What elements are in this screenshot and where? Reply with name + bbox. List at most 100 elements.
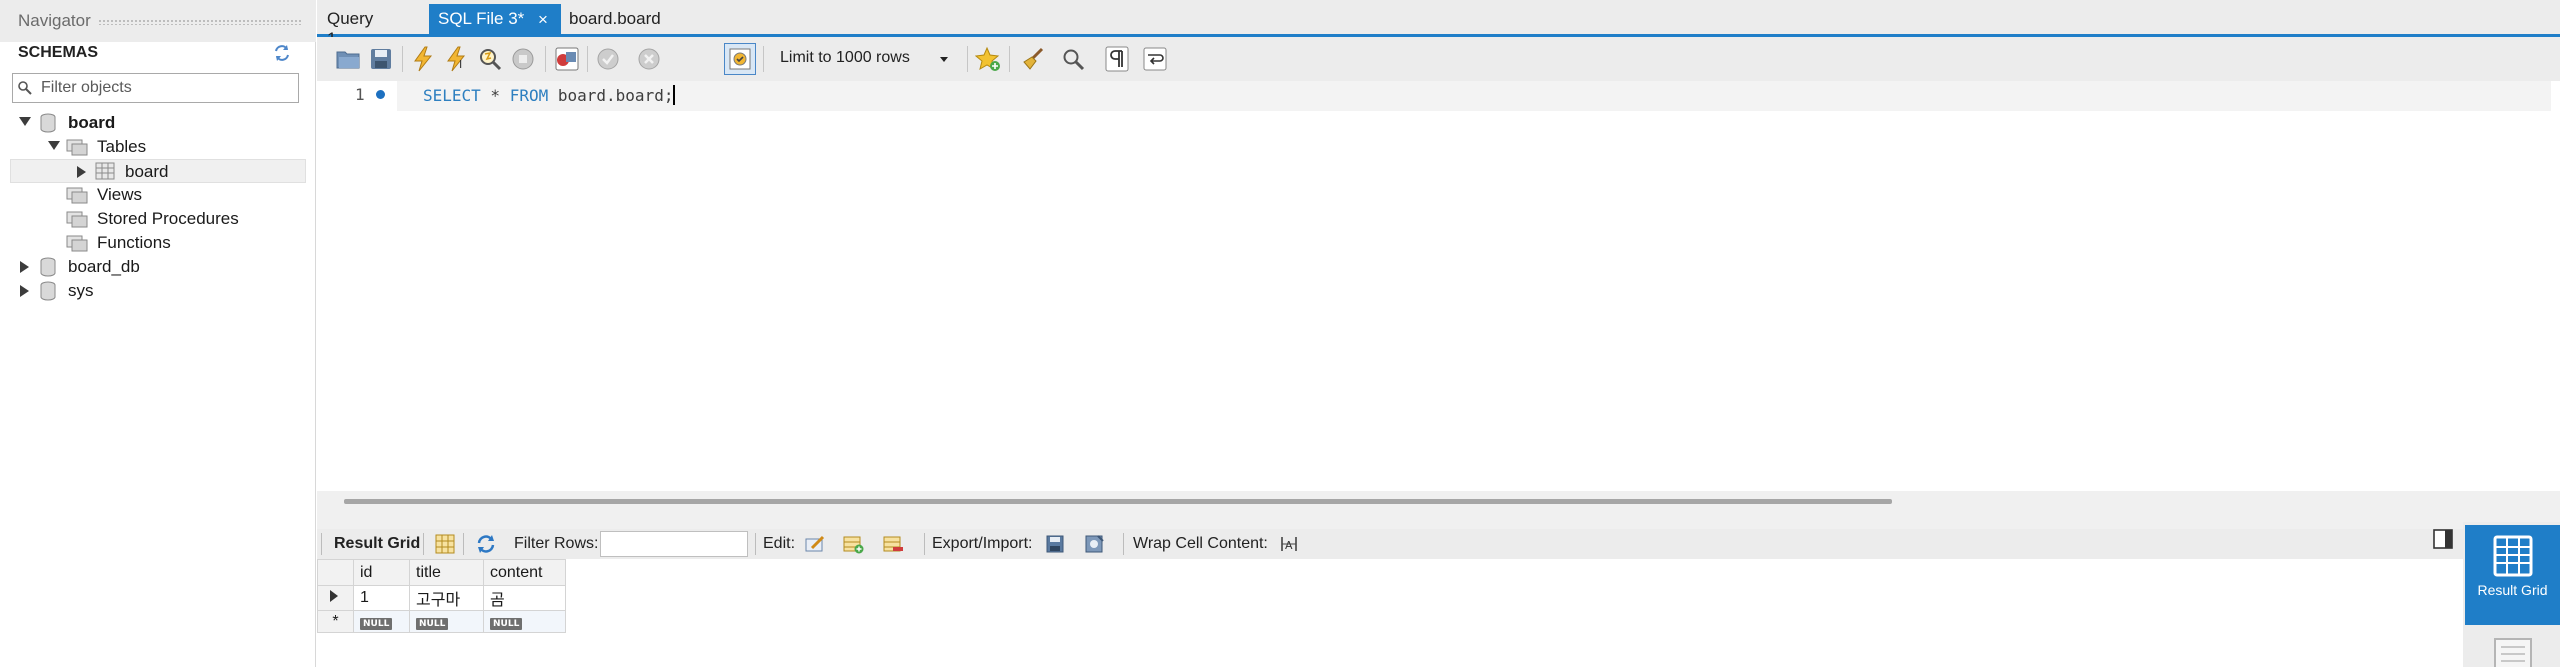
find-replace-icon[interactable] [1057, 43, 1089, 75]
refresh-results-icon[interactable] [475, 533, 497, 555]
row-header-corner [317, 559, 354, 586]
limit-rows-value: Limit to 1000 rows [780, 49, 910, 66]
editor-results-splitter[interactable] [317, 491, 2560, 529]
insert-row-icon[interactable] [842, 533, 864, 555]
column-header-content[interactable]: content [483, 559, 566, 586]
expand-arrow-icon[interactable] [77, 166, 86, 178]
invisible-chars-icon[interactable] [1101, 43, 1133, 75]
sql-keyword-select: SELECT [423, 86, 481, 105]
word-wrap-icon[interactable] [1139, 43, 1171, 75]
table-icon [95, 162, 115, 180]
form-editor-icon[interactable] [2493, 637, 2533, 667]
beautify-broom-icon[interactable] [1017, 43, 1049, 75]
null-badge: NULL [490, 617, 523, 630]
save-icon[interactable] [365, 43, 397, 75]
grid-layout-icon[interactable] [434, 533, 456, 555]
current-line-highlight [397, 81, 2551, 111]
wrap-cell-content-label: Wrap Cell Content: [1133, 535, 1268, 552]
tree-item-board-table[interactable]: board [10, 159, 306, 183]
wrap-cell-icon[interactable]: A [1278, 533, 1300, 555]
collapse-arrow-icon[interactable] [48, 141, 60, 150]
tree-item-label: Views [97, 185, 143, 204]
tab-query-1[interactable]: Query 1 [327, 4, 387, 48]
code-line[interactable]: SELECT * FROM board.board; [423, 85, 676, 105]
folder-functions-icon [66, 235, 88, 252]
cell-title[interactable]: 고구마 [409, 585, 484, 611]
toggle-error-continue-icon[interactable] [551, 43, 583, 75]
sql-table-ref: board.board; [548, 86, 674, 105]
tree-item-label: sys [68, 281, 94, 300]
horizontal-scrollbar[interactable] [344, 499, 1892, 504]
edit-row-icon[interactable] [804, 533, 826, 555]
table-row[interactable]: 1 고구마 곰 [317, 585, 566, 611]
result-table: id title content 1 고구마 곰 * NULL NULL NUL… [317, 559, 566, 633]
stop-icon[interactable] [507, 43, 539, 75]
add-snippet-star-icon[interactable] [972, 43, 1004, 75]
text-caret [673, 85, 676, 105]
filter-objects-box[interactable] [12, 73, 299, 103]
cell-content[interactable]: 곰 [483, 585, 566, 611]
execute-current-statement-icon[interactable]: I [441, 43, 473, 75]
result-toolbar: Result Grid Filter Rows: Edit: Export/Im… [317, 529, 2463, 559]
import-icon[interactable] [1083, 533, 1105, 555]
toolbar-separator [1123, 533, 1124, 555]
statement-marker-icon [376, 90, 385, 99]
row-pointer-icon [330, 590, 338, 602]
cell-content-null[interactable]: NULL [483, 610, 566, 633]
tree-item-functions[interactable]: Functions [0, 231, 316, 255]
new-row-marker: * [317, 610, 354, 633]
tree-item-label: Functions [97, 233, 171, 252]
toolbar-separator [763, 46, 764, 72]
chevron-down-icon [940, 57, 948, 62]
export-import-label: Export/Import: [932, 535, 1033, 552]
collapse-arrow-icon[interactable] [19, 117, 31, 126]
commit-icon[interactable] [592, 43, 624, 75]
tree-item-views[interactable]: Views [0, 183, 316, 207]
rollback-icon[interactable] [633, 43, 665, 75]
tree-item-label: Stored Procedures [97, 209, 239, 228]
tree-item-sys[interactable]: sys [0, 279, 316, 303]
sql-editor[interactable]: 1 SELECT * FROM board.board; [317, 81, 2560, 491]
toolbar-separator [924, 533, 925, 555]
expand-arrow-icon[interactable] [20, 285, 29, 297]
expand-arrow-icon[interactable] [20, 261, 29, 273]
tab-sql-file-3[interactable]: SQL File 3* × [429, 4, 561, 34]
toolbar-separator [587, 46, 588, 72]
result-grid-tab[interactable]: Result Grid [334, 535, 420, 553]
new-row[interactable]: * NULL NULL NULL [317, 610, 566, 633]
tab-board-board[interactable]: board.board [569, 4, 669, 34]
tree-item-stored-procedures[interactable]: Stored Procedures [0, 207, 316, 231]
tree-item-tables[interactable]: Tables [0, 135, 316, 159]
refresh-schemas-icon[interactable] [272, 43, 292, 63]
limit-rows-select[interactable]: Limit to 1000 rows [770, 44, 960, 74]
cell-title-null[interactable]: NULL [409, 610, 484, 633]
tree-item-label: board [125, 162, 169, 181]
column-header-title[interactable]: title [409, 559, 484, 586]
line-number: 1 [355, 85, 365, 104]
tree-item-board-db[interactable]: board_db [0, 255, 316, 279]
toggle-side-panel-icon[interactable] [2432, 528, 2454, 550]
close-tab-icon[interactable]: × [538, 10, 548, 30]
auto-commit-toggle-icon[interactable] [724, 43, 756, 75]
navigator-grip[interactable] [98, 19, 303, 25]
cell-id[interactable]: 1 [353, 585, 410, 611]
cell-id-null[interactable]: NULL [353, 610, 410, 633]
svg-text:I: I [459, 58, 462, 71]
execute-icon[interactable] [407, 43, 439, 75]
navigator-header: Navigator [0, 0, 316, 42]
toolbar-separator [1009, 46, 1010, 72]
side-result-grid-button[interactable]: Result Grid [2465, 525, 2560, 625]
delete-row-icon[interactable] [882, 533, 904, 555]
export-icon[interactable] [1044, 533, 1066, 555]
tree-item-board-schema[interactable]: board [0, 111, 316, 135]
open-file-icon[interactable] [333, 43, 365, 75]
row-pointer[interactable] [317, 585, 354, 611]
explain-icon[interactable] [474, 43, 506, 75]
filter-rows-input[interactable] [600, 531, 748, 557]
toolbar-separator [545, 46, 546, 72]
column-header-id[interactable]: id [353, 559, 410, 586]
tab-label: board.board [569, 9, 661, 28]
svg-text:A: A [1285, 539, 1293, 552]
result-grid[interactable]: id title content 1 고구마 곰 * NULL NULL NUL… [317, 559, 2463, 667]
filter-objects-input[interactable] [41, 77, 291, 99]
